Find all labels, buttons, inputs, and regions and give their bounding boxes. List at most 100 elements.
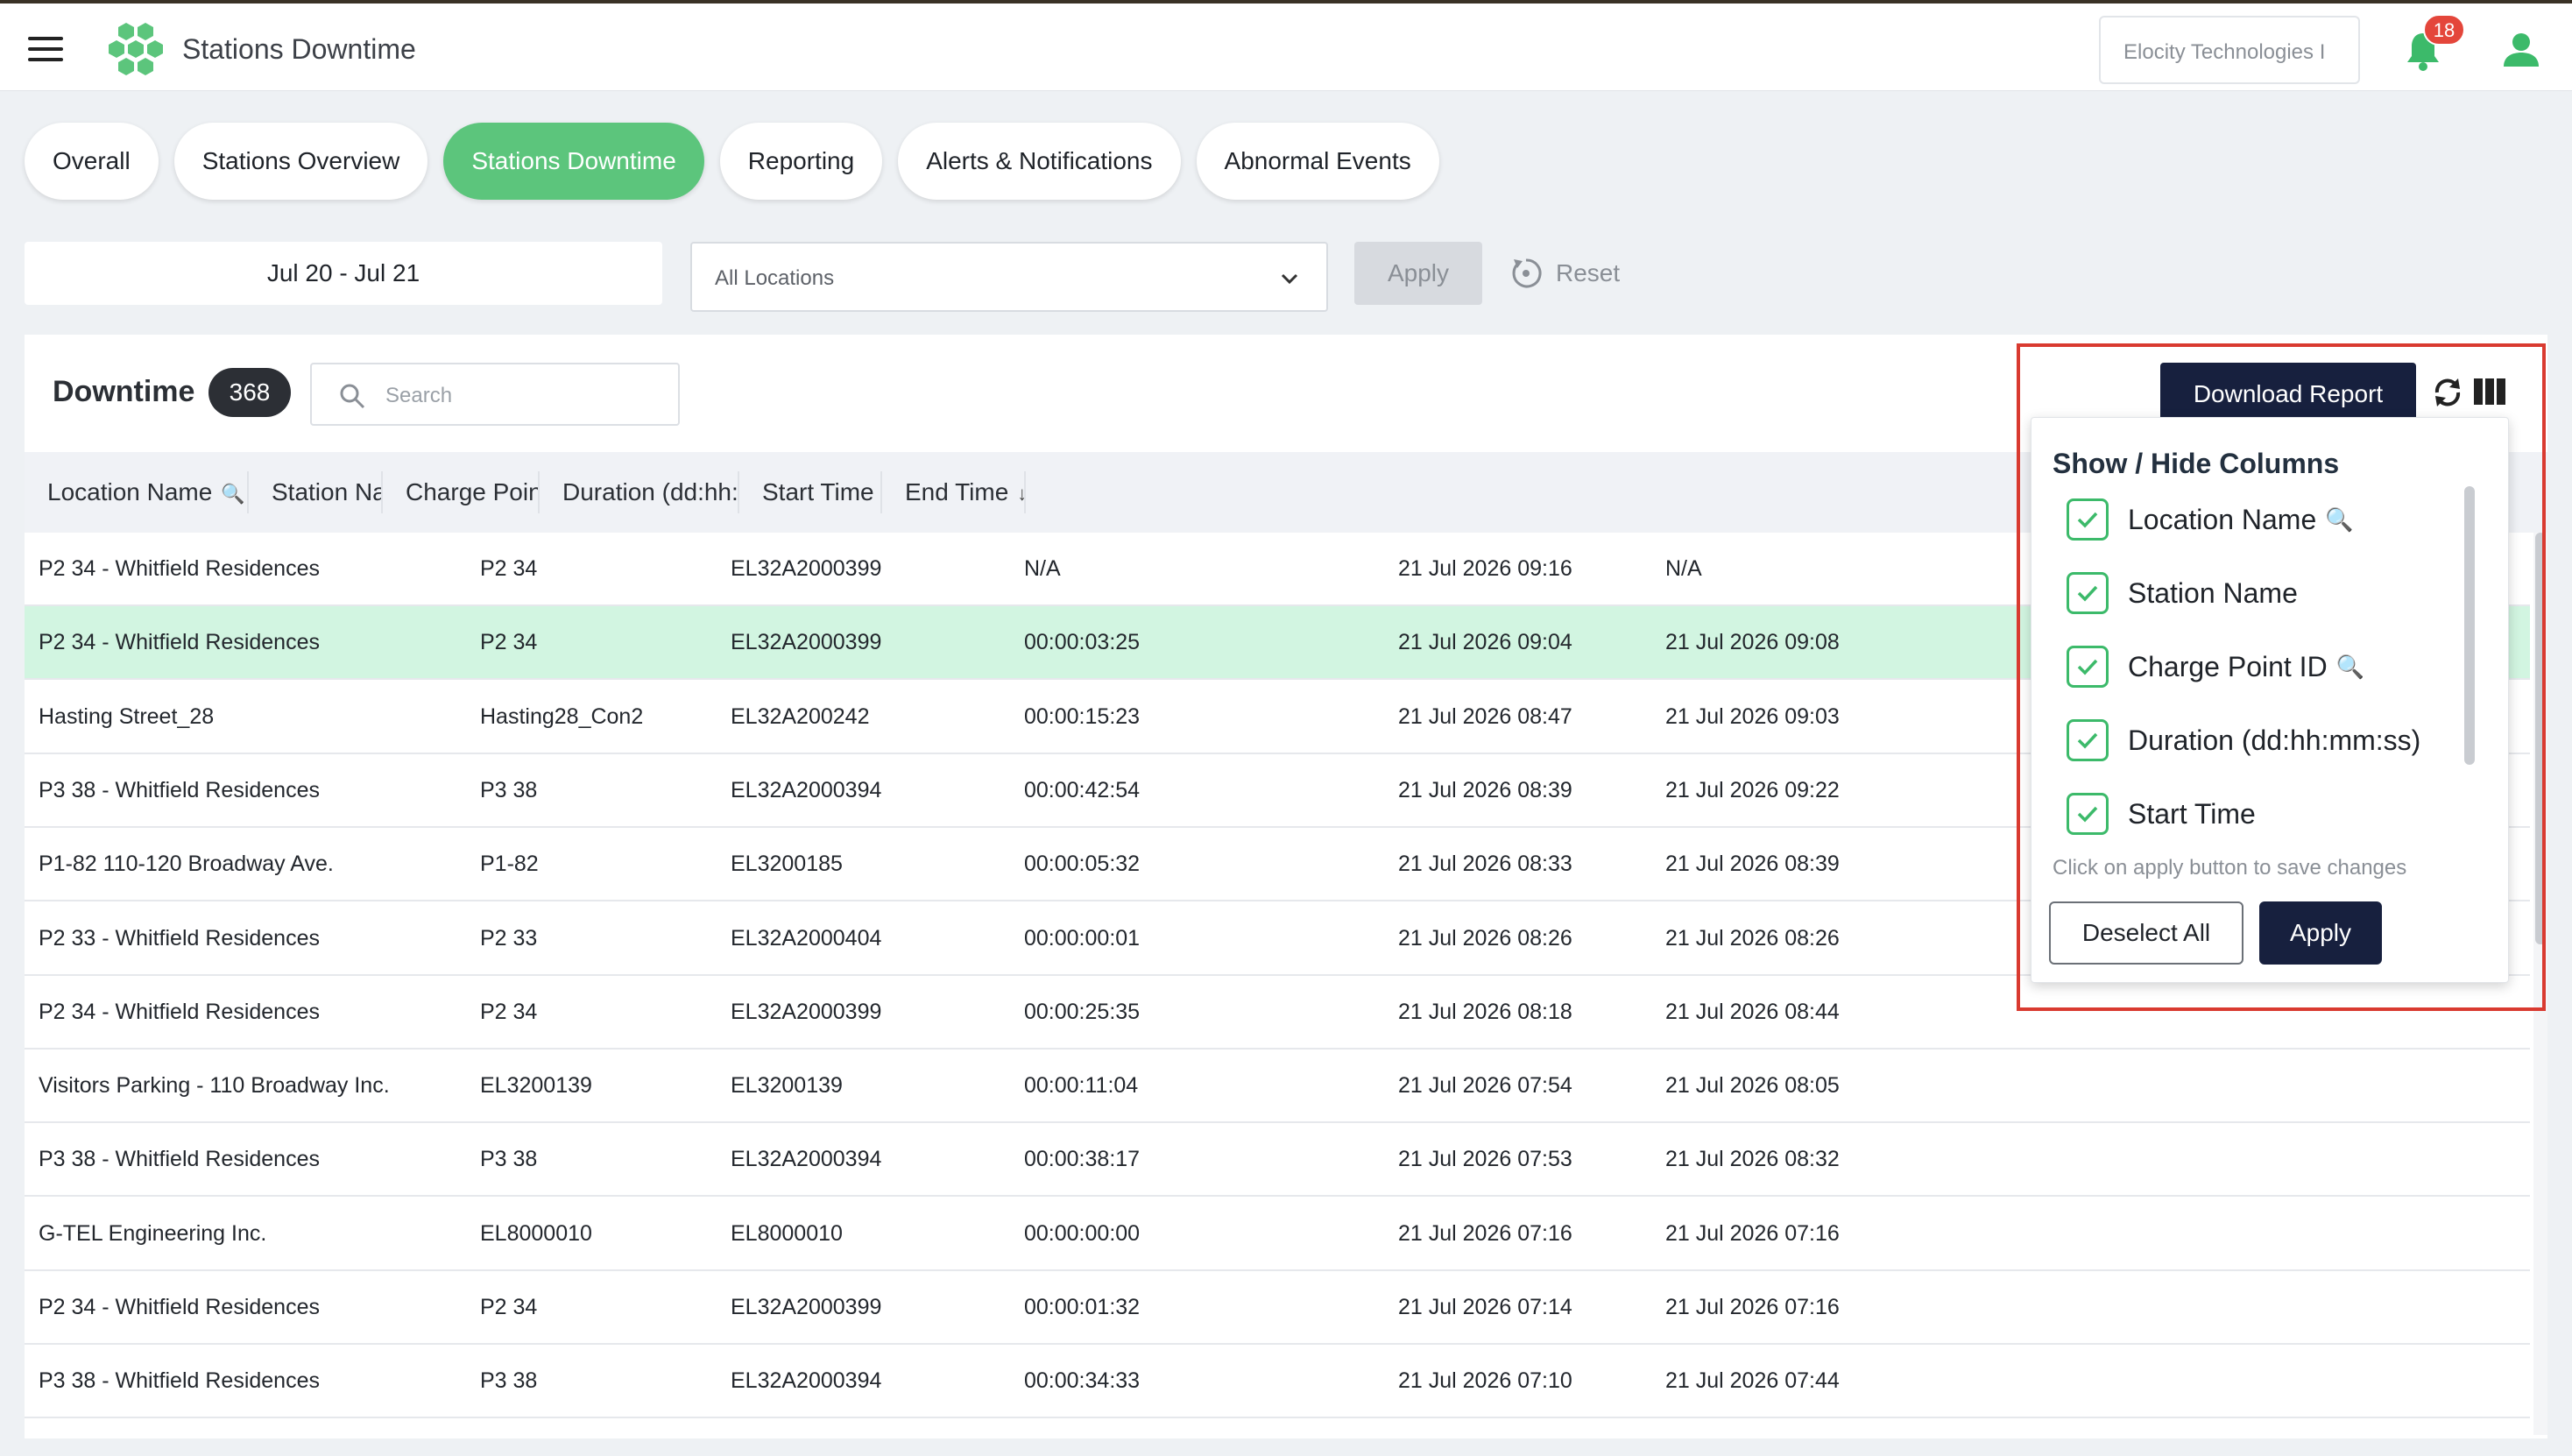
table-cell: 00:00:38:17 xyxy=(1024,1147,1141,1171)
reset-button[interactable]: Reset xyxy=(1509,254,1620,293)
table-row[interactable]: Visitors Parking - 110 Broadway Inc. EL32… xyxy=(25,1050,2530,1123)
table-cell: 00:00:25:35 xyxy=(1024,1000,1141,1024)
table-row[interactable]: P2 34 - Whitfield Residences P2 34 EL32A20… xyxy=(25,1271,2530,1345)
column-label: Station Name xyxy=(272,478,383,505)
refresh-icon[interactable] xyxy=(2430,375,2465,410)
table-cell: N/A xyxy=(1024,556,1061,581)
column-option[interactable]: Station Name xyxy=(2067,570,2298,616)
search-input[interactable]: Search xyxy=(310,363,680,426)
table-cell: EL32A2000394 xyxy=(731,1368,882,1393)
table-cell: 21 Jul 2026 07:16 xyxy=(1398,1221,1572,1246)
table-scrollbar-thumb[interactable] xyxy=(2535,533,2546,944)
table-cell: 21 Jul 2026 08:44 xyxy=(1665,1000,1840,1024)
table-cell: 21 Jul 2026 07:44 xyxy=(1665,1368,1840,1393)
table-cell: P2 33 xyxy=(480,926,538,951)
table-cell: P2 34 - Whitfield Residences xyxy=(39,1000,320,1024)
search-icon[interactable]: 🔍 xyxy=(221,483,244,505)
table-cell: P2 34 xyxy=(480,556,538,581)
column-label: End Time xyxy=(905,478,1009,505)
table-cell: P2 34 xyxy=(480,630,538,654)
table-cell: G-TEL Engineering Inc. xyxy=(39,1221,267,1246)
date-range-picker[interactable]: Jul 20 - Jul 21 xyxy=(25,242,662,305)
tab-overall[interactable]: Overall xyxy=(25,123,159,200)
column-label: Charge Point ID xyxy=(406,478,540,505)
tab-stations-overview[interactable]: Stations Overview xyxy=(173,123,428,200)
search-icon: 🔍 xyxy=(2325,505,2354,533)
checkbox[interactable] xyxy=(2067,572,2109,614)
table-cell: EL8000010 xyxy=(480,1221,592,1246)
table-row[interactable]: P3 38 - Whitfield Residences P3 38 EL32A20… xyxy=(25,1345,2530,1418)
column-header-station[interactable]: Station Name xyxy=(249,452,383,533)
logo-icon xyxy=(109,23,163,75)
table-cell: P2 34 xyxy=(480,1000,538,1024)
chevron-down-icon xyxy=(1281,273,1298,285)
table-cell: EL3200185 xyxy=(731,852,843,876)
column-option[interactable]: Duration (dd:hh:mm:ss) xyxy=(2067,717,2420,763)
checkbox[interactable] xyxy=(2067,793,2109,835)
apply-columns-button[interactable]: Apply xyxy=(2259,901,2382,965)
table-cell: P3 38 - Whitfield Residences xyxy=(39,778,320,802)
table-cell: EL8000010 xyxy=(731,1221,843,1246)
table-cell: 21 Jul 2026 07:54 xyxy=(1398,1073,1572,1098)
count-badge: 368 xyxy=(208,368,291,417)
columns-icon[interactable] xyxy=(2474,378,2505,405)
column-option[interactable]: Start Time xyxy=(2067,791,2256,837)
column-header-end-time[interactable]: End Time ↓↑ xyxy=(882,452,1026,533)
table-row[interactable]: P2 34 - Whitfield Residences P2 34 EL32A20… xyxy=(25,976,2530,1050)
tab-alerts-notifications[interactable]: Alerts & Notifications xyxy=(898,123,1181,200)
reset-icon xyxy=(1512,258,1542,288)
table-cell: 21 Jul 2026 07:16 xyxy=(1665,1295,1840,1319)
column-label: Location Name xyxy=(47,478,213,505)
table-cell: 00:00:01:32 xyxy=(1024,1295,1141,1319)
table-cell: 21 Jul 2026 08:26 xyxy=(1665,926,1840,951)
table-cell: 21 Jul 2026 08:39 xyxy=(1398,778,1572,802)
table-cell: 00:00:05:32 xyxy=(1024,852,1141,876)
search-icon: 🔍 xyxy=(2335,653,2365,680)
table-cell: P1-82 xyxy=(480,852,539,876)
table-row[interactable]: G-TEL Engineering Inc. EL8000010 EL8000010… xyxy=(25,1198,2530,1271)
check-icon xyxy=(2077,512,2098,528)
sort-icon[interactable]: ↓↑ xyxy=(1017,483,1026,505)
tab-reporting[interactable]: Reporting xyxy=(719,123,883,200)
table-cell: 21 Jul 2026 07:53 xyxy=(1398,1147,1572,1171)
table-cell: EL32A2000399 xyxy=(731,630,882,654)
checkbox[interactable] xyxy=(2067,646,2109,688)
table-cell: P2 34 - Whitfield Residences xyxy=(39,556,320,581)
table-cell: EL32A2000399 xyxy=(731,1295,882,1319)
table-cell: 00:00:15:23 xyxy=(1024,704,1141,729)
organization-selector[interactable]: Elocity Technologies I xyxy=(2099,16,2360,84)
column-label: Duration (dd:hh:mm:... xyxy=(562,478,739,505)
column-header-duration[interactable]: Duration (dd:hh:mm:...↓↑≡ xyxy=(540,452,739,533)
tab-abnormal-events[interactable]: Abnormal Events xyxy=(1196,123,1439,200)
tab-stations-downtime[interactable]: Stations Downtime xyxy=(443,123,704,200)
table-cell: 21 Jul 2026 08:18 xyxy=(1398,1000,1572,1024)
table-cell: P3 38 - Whitfield Residences xyxy=(39,1147,320,1171)
popup-hint: Click on apply button to save changes xyxy=(2053,856,2407,880)
location-select[interactable]: All Locations xyxy=(690,242,1328,312)
column-option[interactable]: Charge Point ID 🔍 xyxy=(2067,644,2364,689)
column-option[interactable]: Location Name 🔍 xyxy=(2067,497,2354,542)
table-cell: 00:00:11:04 xyxy=(1024,1073,1139,1098)
table-cell: EL32A200242 xyxy=(731,704,870,729)
table-cell: 21 Jul 2026 09:03 xyxy=(1665,704,1840,729)
user-avatar-icon[interactable] xyxy=(2502,32,2540,68)
menu-icon[interactable] xyxy=(28,37,63,61)
location-select-value: All Locations xyxy=(715,266,835,290)
deselect-all-button[interactable]: Deselect All xyxy=(2049,901,2243,965)
checkbox[interactable] xyxy=(2067,719,2109,761)
search-placeholder: Search xyxy=(385,384,453,407)
check-icon xyxy=(2077,585,2098,602)
apply-filters-button[interactable]: Apply xyxy=(1354,242,1482,305)
table-cell: 21 Jul 2026 08:39 xyxy=(1665,852,1840,876)
checkbox[interactable] xyxy=(2067,498,2109,541)
column-option-label: Location Name xyxy=(2128,503,2317,535)
column-header-location[interactable]: Location Name 🔍 xyxy=(25,452,249,533)
check-icon xyxy=(2077,806,2098,823)
popup-scrollbar[interactable] xyxy=(2464,486,2475,765)
search-icon xyxy=(340,384,365,409)
table-cell: EL32A2000399 xyxy=(731,1000,882,1024)
column-header-charge-point[interactable]: Charge Point ID🔍↓↑ xyxy=(383,452,540,533)
column-header-start-time[interactable]: Start Time↓↑ xyxy=(739,452,882,533)
column-option-label: Station Name xyxy=(2128,576,2298,609)
table-row[interactable]: P3 38 - Whitfield Residences P3 38 EL32A20… xyxy=(25,1123,2530,1197)
